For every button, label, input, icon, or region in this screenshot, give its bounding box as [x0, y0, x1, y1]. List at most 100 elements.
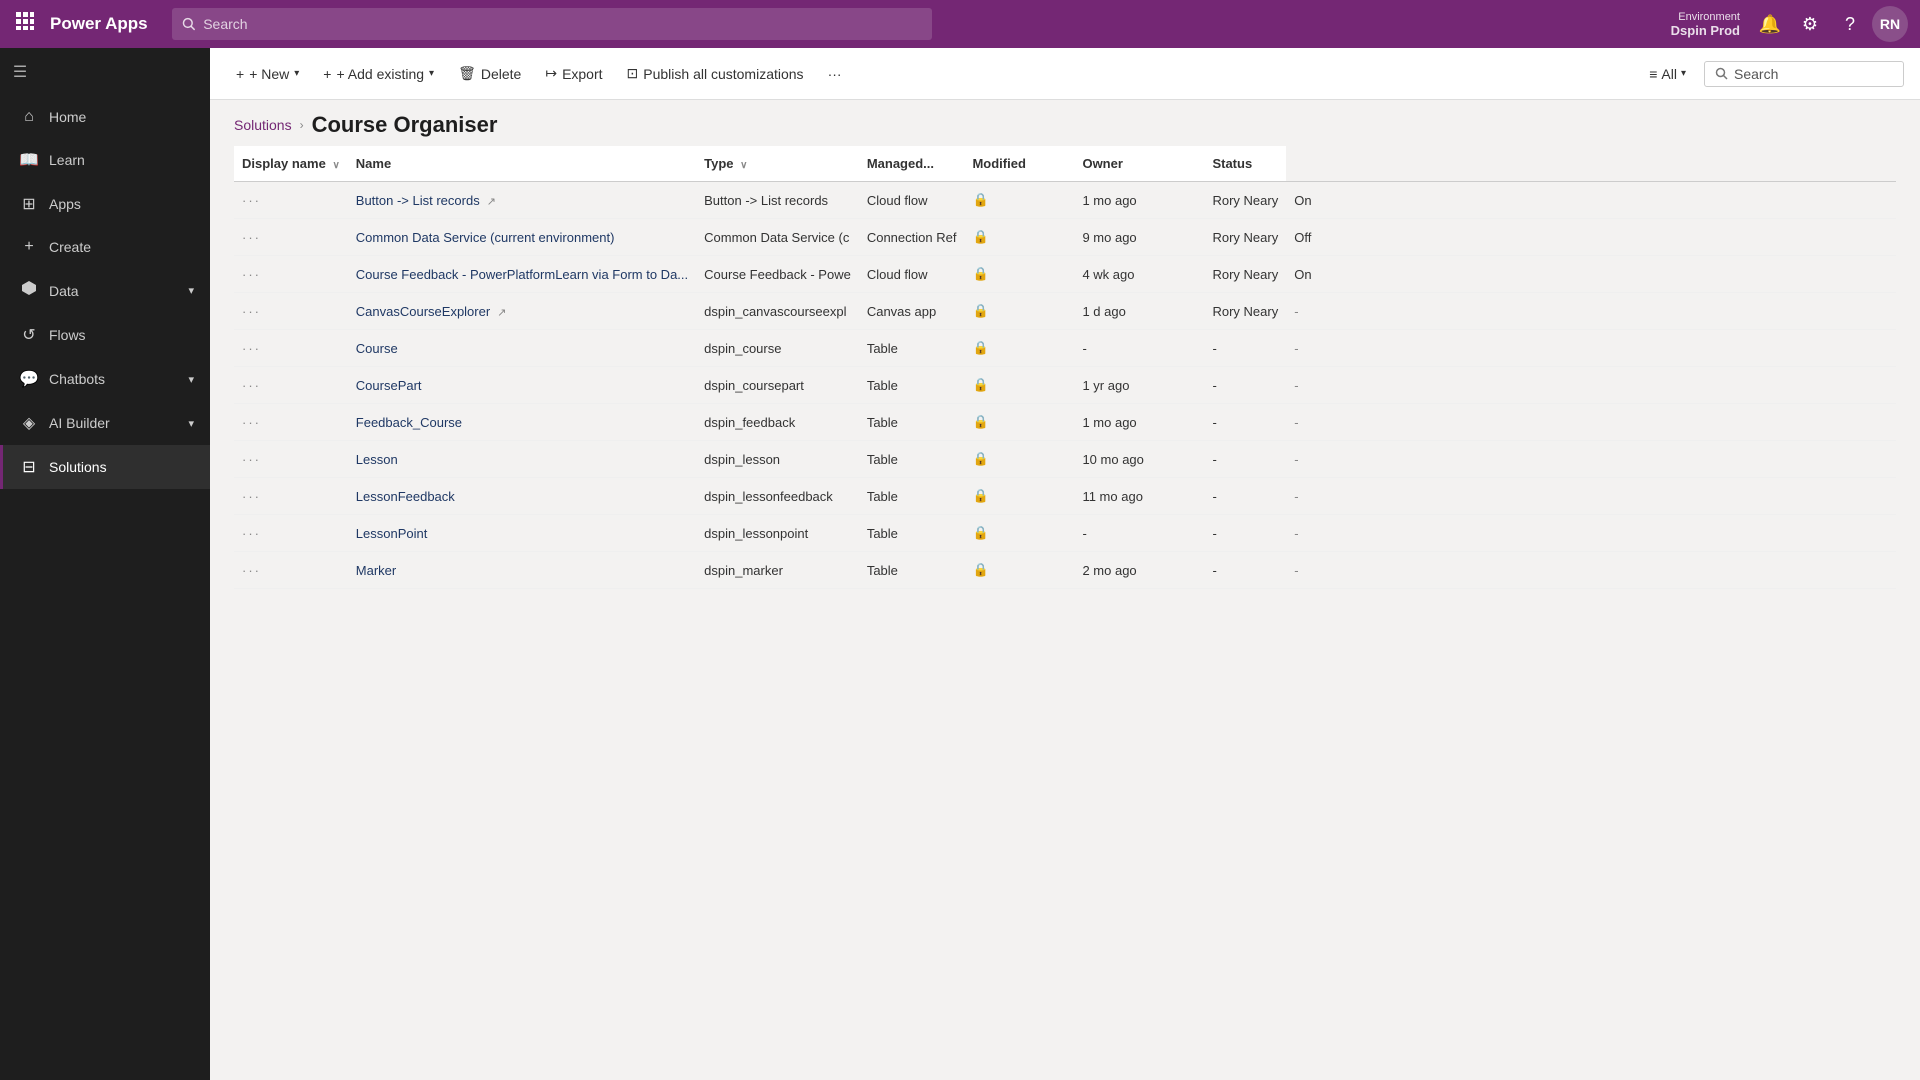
sidebar-item-label: Apps	[49, 196, 81, 212]
notifications-button[interactable]: 🔔	[1752, 6, 1788, 42]
breadcrumb-parent-link[interactable]: Solutions	[234, 117, 292, 133]
row-actions-menu[interactable]: ···	[242, 193, 261, 208]
external-link-icon[interactable]: ↗	[494, 307, 506, 319]
cell-owner: -	[1204, 478, 1286, 515]
all-chevron-icon: ▾	[1681, 68, 1686, 79]
new-chevron-icon: ▾	[294, 68, 299, 79]
publish-all-button[interactable]: ⊡ Publish all customizations	[617, 59, 814, 88]
sidebar-collapse-button[interactable]: ☰	[0, 48, 40, 96]
cell-type: Canvas app	[859, 293, 965, 330]
apps-icon: ⊞	[19, 194, 39, 214]
sidebar-item-create[interactable]: + Create	[0, 226, 210, 268]
cell-display-name[interactable]: Marker	[348, 552, 696, 589]
cell-modified: 9 mo ago	[1074, 219, 1204, 256]
row-actions-menu[interactable]: ···	[242, 563, 261, 578]
global-search-box[interactable]	[172, 8, 932, 40]
sidebar-item-solutions[interactable]: ⊟ Solutions	[0, 445, 210, 489]
external-link-icon[interactable]: ↗	[484, 196, 496, 208]
cell-managed: 🔒	[964, 552, 1074, 589]
row-actions-menu[interactable]: ···	[242, 304, 261, 319]
cell-display-name[interactable]: LessonPoint	[348, 515, 696, 552]
search-label: Search	[1734, 66, 1778, 82]
add-existing-button[interactable]: + + Add existing ▾	[313, 60, 444, 88]
cell-status: -	[1286, 515, 1896, 552]
solutions-table: Display name ∨ Name Type ∨ Managed...	[234, 146, 1896, 589]
cell-display-name[interactable]: CoursePart	[348, 367, 696, 404]
sidebar-item-home[interactable]: ⌂ Home	[0, 96, 210, 138]
cell-type: Table	[859, 367, 965, 404]
cell-owner: -	[1204, 515, 1286, 552]
sidebar-item-learn[interactable]: 📖 Learn	[0, 138, 210, 182]
user-avatar[interactable]: RN	[1872, 6, 1908, 42]
sort-icon: ∨	[740, 160, 747, 171]
col-type[interactable]: Type ∨	[696, 146, 859, 182]
lock-icon: 🔒	[972, 451, 988, 466]
sidebar-item-label: Learn	[49, 152, 85, 168]
sidebar-item-label: Solutions	[49, 459, 107, 475]
cell-display-name[interactable]: CanvasCourseExplorer ↗	[348, 293, 696, 330]
cell-display-name[interactable]: Lesson	[348, 441, 696, 478]
cell-status: -	[1286, 293, 1896, 330]
sidebar-item-apps[interactable]: ⊞ Apps	[0, 182, 210, 226]
toolbar-right: ≡ All ▾ Search	[1639, 61, 1904, 87]
waffle-menu-button[interactable]	[12, 8, 38, 40]
sidebar-item-aibuilder[interactable]: ◈ AI Builder ▾	[0, 401, 210, 445]
sidebar-item-flows[interactable]: ↺ Flows	[0, 313, 210, 357]
row-actions-menu[interactable]: ···	[242, 267, 261, 282]
cell-display-name[interactable]: Course	[348, 330, 696, 367]
toolbar: + + New ▾ + + Add existing ▾ 🗑 Delete ↦ …	[210, 48, 1920, 100]
cell-display-name[interactable]: Feedback_Course	[348, 404, 696, 441]
more-button[interactable]: ···	[818, 60, 852, 88]
row-actions-menu[interactable]: ···	[242, 415, 261, 430]
export-icon: ↦	[545, 65, 557, 82]
settings-button[interactable]: ⚙	[1792, 6, 1828, 42]
cell-type: Table	[859, 478, 965, 515]
sidebar-item-data[interactable]: Data ▾	[0, 268, 210, 313]
row-actions-menu[interactable]: ···	[242, 452, 261, 467]
delete-button[interactable]: 🗑 Delete	[448, 59, 531, 88]
cell-owner: -	[1204, 367, 1286, 404]
cell-name: dspin_feedback	[696, 404, 859, 441]
table-search-box[interactable]: Search	[1704, 61, 1904, 87]
cell-owner: -	[1204, 441, 1286, 478]
row-actions-menu[interactable]: ···	[242, 526, 261, 541]
cell-display-name[interactable]: Button -> List records ↗	[348, 182, 696, 219]
help-button[interactable]: ?	[1832, 6, 1868, 42]
learn-icon: 📖	[19, 150, 39, 170]
global-search-input[interactable]	[203, 16, 921, 32]
lock-icon: 🔒	[972, 377, 988, 392]
new-button[interactable]: + + New ▾	[226, 60, 309, 88]
cell-display-name[interactable]: Common Data Service (current environment…	[348, 219, 696, 256]
filter-all-button[interactable]: ≡ All ▾	[1639, 61, 1696, 87]
cell-owner: -	[1204, 552, 1286, 589]
lock-icon: 🔒	[972, 488, 988, 503]
lock-icon: 🔒	[972, 414, 988, 429]
publish-all-label: Publish all customizations	[643, 66, 803, 82]
chevron-down-icon: ▾	[188, 284, 194, 297]
lock-icon: 🔒	[972, 562, 988, 577]
table-row: ··· Common Data Service (current environm…	[234, 219, 1896, 256]
environment-name: Dspin Prod	[1671, 23, 1740, 38]
row-actions-menu[interactable]: ···	[242, 489, 261, 504]
top-navigation: Power Apps Environment Dspin Prod 🔔 ⚙ ? …	[0, 0, 1920, 48]
cell-managed: 🔒	[964, 515, 1074, 552]
cell-display-name[interactable]: Course Feedback - PowerPlatformLearn via…	[348, 256, 696, 293]
export-button[interactable]: ↦ Export	[535, 59, 612, 88]
sidebar-item-chatbots[interactable]: 💬 Chatbots ▾	[0, 357, 210, 401]
cell-status: -	[1286, 552, 1896, 589]
sidebar-item-label: AI Builder	[49, 415, 110, 431]
sidebar: ☰ ⌂ Home 📖 Learn ⊞ Apps + Create Data ▾	[0, 48, 210, 1080]
flows-icon: ↺	[19, 325, 39, 345]
cell-name: Common Data Service (c	[696, 219, 859, 256]
lock-icon: 🔒	[972, 266, 988, 281]
col-display-name[interactable]: Display name ∨	[234, 146, 348, 182]
cell-managed: 🔒	[964, 404, 1074, 441]
cell-display-name[interactable]: LessonFeedback	[348, 478, 696, 515]
cell-type: Cloud flow	[859, 182, 965, 219]
row-actions-menu[interactable]: ···	[242, 341, 261, 356]
cell-type: Table	[859, 404, 965, 441]
lock-icon: 🔒	[972, 525, 988, 540]
row-actions-menu[interactable]: ···	[242, 230, 261, 245]
col-managed: Managed...	[859, 146, 965, 182]
row-actions-menu[interactable]: ···	[242, 378, 261, 393]
